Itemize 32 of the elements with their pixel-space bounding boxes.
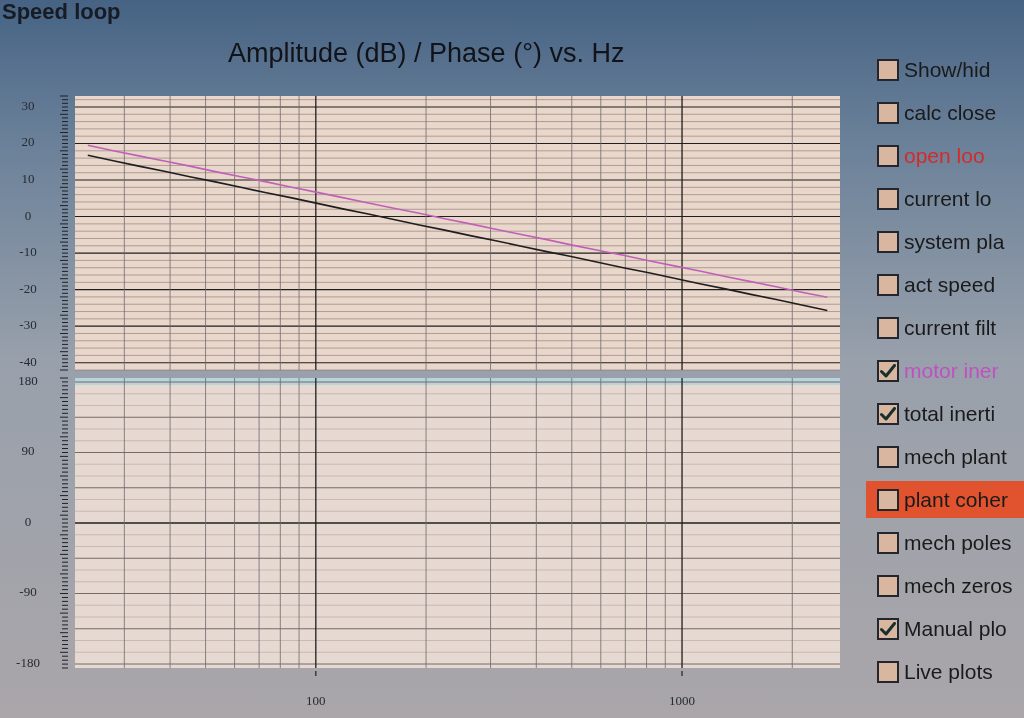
option-label: current filt <box>904 315 997 340</box>
y-tick-label: -10 <box>19 244 37 260</box>
y-tick-label: -30 <box>19 317 37 333</box>
option-label: current lo <box>904 186 992 211</box>
option-label: mech plant <box>904 444 1007 469</box>
x-tick-label: 100 <box>306 693 326 708</box>
y-tick-label: 90 <box>21 443 35 459</box>
option-label: act speed <box>904 272 996 297</box>
option-label: mech poles <box>904 530 1012 555</box>
y-tick-label: 0 <box>24 514 32 529</box>
option-label: total inerti <box>904 401 996 426</box>
y-tick-label: 180 <box>18 373 38 388</box>
y-tick-label: -180 <box>16 655 40 670</box>
option-label: Manual plo <box>904 616 1007 641</box>
y-tick-label: -40 <box>19 353 37 369</box>
y-tick-label: 20 <box>21 134 35 150</box>
x-tick-label: 1000 <box>669 693 696 708</box>
panel-title: Speed loop <box>2 0 121 24</box>
option-label: open loo <box>904 143 985 168</box>
option-label: mech zeros <box>904 573 1013 598</box>
option-label: motor iner <box>904 358 999 383</box>
y-tick-label: -20 <box>19 280 37 296</box>
option-label: plant coher <box>904 487 1008 512</box>
option-label: Live plots <box>904 659 993 684</box>
chart-title: Amplitude (dB) / Phase (°) vs. Hz <box>228 38 625 68</box>
y-tick-label: 0 <box>24 207 32 223</box>
option-label: system pla <box>904 229 1005 254</box>
y-tick-label: -90 <box>19 584 37 600</box>
y-tick-label: 30 <box>21 97 35 113</box>
option-label: calc close <box>904 100 997 125</box>
y-tick-label: 10 <box>21 171 35 186</box>
option-label: Show/hid <box>904 57 991 82</box>
